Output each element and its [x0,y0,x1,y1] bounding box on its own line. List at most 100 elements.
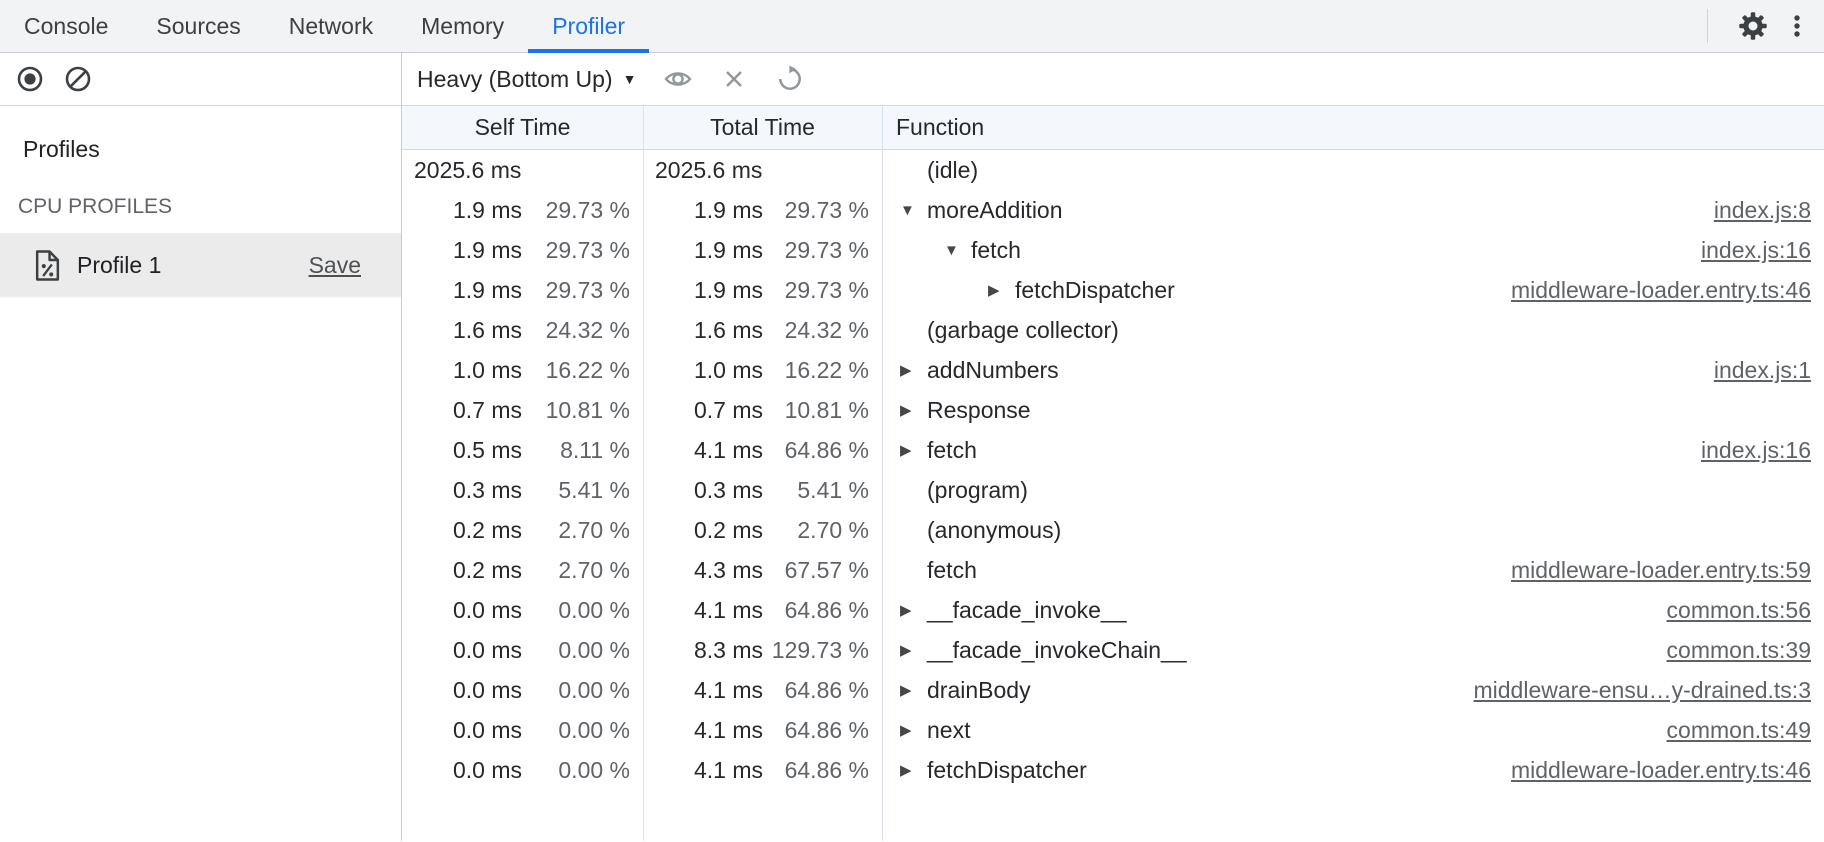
source-location-link[interactable]: middleware-ensu…y-drained.ts:3 [1474,677,1824,704]
function-cell: ▶ Response [882,397,1824,424]
table-row[interactable]: 0.0 ms 0.00 % 4.1 ms 64.86 % ▶ next comm… [402,710,1824,750]
function-cell: fetch middleware-loader.entry.ts:59 [882,557,1824,584]
eye-icon[interactable] [664,65,692,93]
tree-expander-icon[interactable]: ▶ [900,361,927,379]
table-row[interactable]: 0.2 ms 2.70 % 4.3 ms 67.57 % fetch middl… [402,550,1824,590]
column-divider[interactable] [643,106,644,841]
table-row[interactable]: 1.9 ms 29.73 % 1.9 ms 29.73 % ▶ fetchDis… [402,270,1824,310]
total-time-value: 4.1 ms [643,597,763,624]
tab-sources[interactable]: Sources [132,0,264,52]
column-header-total-time[interactable]: Total Time [643,114,882,141]
function-name: (anonymous) [927,517,1061,544]
total-time-percent: 64.86 % [763,717,882,744]
self-time-value: 0.2 ms [402,517,522,544]
self-time-percent: 29.73 % [522,237,643,264]
self-time-cell: 2025.6 ms [402,157,643,184]
gear-icon[interactable] [1738,11,1768,41]
self-time-value: 2025.6 ms [402,157,521,184]
total-time-percent: 64.86 % [763,677,882,704]
self-time-cell: 0.2 ms 2.70 % [402,557,643,584]
column-divider[interactable] [882,106,883,841]
table-row[interactable]: 0.0 ms 0.00 % 4.1 ms 64.86 % ▶ drainBody… [402,670,1824,710]
record-icon[interactable] [16,65,44,93]
tree-expander-icon[interactable]: ▶ [900,681,927,699]
self-time-cell: 0.0 ms 0.00 % [402,757,643,784]
tree-expander-icon[interactable]: ▶ [900,641,927,659]
sidebar-item-profile-1[interactable]: Profile 1 Save [0,233,401,297]
total-time-value: 4.3 ms [643,557,763,584]
source-location-link[interactable]: index.js:1 [1714,357,1824,384]
table-row[interactable]: 1.9 ms 29.73 % 1.9 ms 29.73 % ▼ fetch in… [402,230,1824,270]
table-row[interactable]: 0.0 ms 0.00 % 8.3 ms 129.73 % ▶ __facade… [402,630,1824,670]
close-icon[interactable] [720,65,748,93]
self-time-cell: 0.0 ms 0.00 % [402,597,643,624]
save-profile-link[interactable]: Save [309,252,361,279]
table-row[interactable]: 0.5 ms 8.11 % 4.1 ms 64.86 % ▶ fetch ind… [402,430,1824,470]
source-location-link[interactable]: common.ts:56 [1667,597,1824,624]
self-time-value: 0.0 ms [402,637,522,664]
function-cell: (anonymous) [882,517,1824,544]
tree-expander-icon[interactable]: ▶ [900,401,927,419]
self-time-value: 0.3 ms [402,477,522,504]
column-header-self-time[interactable]: Self Time [402,114,643,141]
table-row[interactable]: 0.7 ms 10.81 % 0.7 ms 10.81 % ▶ Response [402,390,1824,430]
tab-network[interactable]: Network [265,0,397,52]
function-name: moreAddition [927,197,1063,224]
function-name: fetchDispatcher [1015,277,1175,304]
total-time-cell: 8.3 ms 129.73 % [643,637,882,664]
tree-expander-icon[interactable]: ▶ [900,721,927,739]
table-row[interactable]: 0.2 ms 2.70 % 0.2 ms 2.70 % (anonymous) [402,510,1824,550]
function-name: drainBody [927,677,1031,704]
table-row[interactable]: 0.0 ms 0.00 % 4.1 ms 64.86 % ▶ fetchDisp… [402,750,1824,790]
source-location-link[interactable]: middleware-loader.entry.ts:46 [1511,277,1824,304]
refresh-icon[interactable] [776,65,804,93]
self-time-value: 1.9 ms [402,237,522,264]
clear-icon[interactable] [64,65,92,93]
source-location-link[interactable]: index.js:8 [1714,197,1824,224]
source-location-link[interactable]: common.ts:49 [1667,717,1824,744]
self-time-value: 0.0 ms [402,677,522,704]
source-location-link[interactable]: index.js:16 [1701,437,1824,464]
tab-console[interactable]: Console [0,0,132,52]
total-time-percent: 29.73 % [763,197,882,224]
source-location-link[interactable]: common.ts:39 [1667,637,1824,664]
table-row[interactable]: 1.9 ms 29.73 % 1.9 ms 29.73 % ▼ moreAddi… [402,190,1824,230]
total-time-cell: 2025.6 ms [643,157,882,184]
self-time-cell: 0.0 ms 0.00 % [402,637,643,664]
table-row[interactable]: 1.0 ms 16.22 % 1.0 ms 16.22 % ▶ addNumbe… [402,350,1824,390]
total-time-percent: 16.22 % [763,357,882,384]
total-time-percent: 67.57 % [763,557,882,584]
function-cell: ▼ fetch index.js:16 [882,237,1824,264]
tree-expander-icon[interactable]: ▼ [900,202,927,219]
source-location-link[interactable]: index.js:16 [1701,237,1824,264]
total-time-value: 1.0 ms [643,357,763,384]
tree-expander-icon[interactable]: ▶ [900,441,927,459]
source-location-link[interactable]: middleware-loader.entry.ts:46 [1511,757,1824,784]
source-location-link[interactable]: middleware-loader.entry.ts:59 [1511,557,1824,584]
tree-expander-icon[interactable]: ▶ [900,601,927,619]
function-name: (garbage collector) [927,317,1119,344]
table-row[interactable]: 1.6 ms 24.32 % 1.6 ms 24.32 % (garbage c… [402,310,1824,350]
function-name: (program) [927,477,1028,504]
table-row[interactable]: 0.3 ms 5.41 % 0.3 ms 5.41 % (program) [402,470,1824,510]
view-mode-dropdown[interactable]: Heavy (Bottom Up) ▼ [417,66,636,93]
profile-data-grid: Self Time Total Time Function 2025.6 ms … [402,106,1824,841]
self-time-cell: 0.7 ms 10.81 % [402,397,643,424]
tree-expander-icon[interactable]: ▶ [988,281,1015,299]
tree-expander-icon[interactable]: ▶ [900,761,927,779]
table-row[interactable]: 2025.6 ms 2025.6 ms (idle) [402,150,1824,190]
three-dot-menu-icon[interactable] [1782,11,1812,41]
tab-memory[interactable]: Memory [397,0,528,52]
total-time-percent: 2.70 % [763,517,882,544]
toolbar-divider [1707,9,1708,43]
tab-profiler[interactable]: Profiler [528,0,649,52]
column-header-function[interactable]: Function [882,114,1824,141]
total-time-value: 1.6 ms [643,317,763,344]
total-time-value: 2025.6 ms [643,157,762,184]
total-time-percent: 129.73 % [763,637,882,664]
self-time-percent: 10.81 % [522,397,643,424]
tree-expander-icon[interactable]: ▼ [944,242,971,259]
table-row[interactable]: 0.0 ms 0.00 % 4.1 ms 64.86 % ▶ __facade_… [402,590,1824,630]
self-time-percent: 2.70 % [522,557,643,584]
total-time-value: 4.1 ms [643,757,763,784]
